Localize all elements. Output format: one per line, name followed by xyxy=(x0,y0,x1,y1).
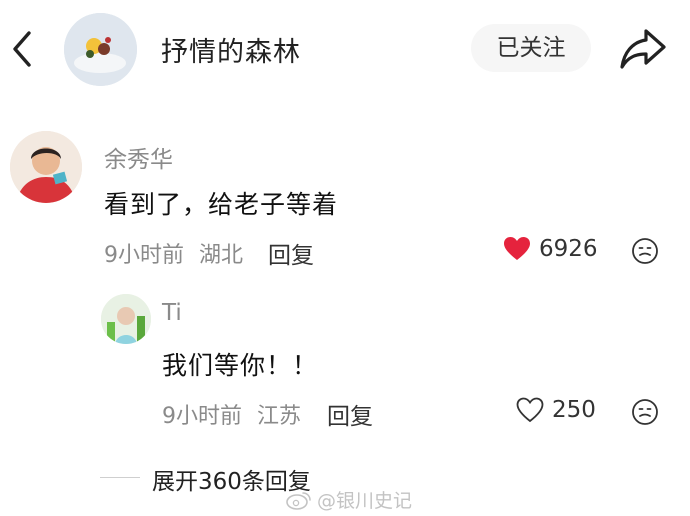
replier-avatar[interactable] xyxy=(101,294,151,344)
follow-button[interactable]: 已关注 xyxy=(471,24,591,72)
reply-meta: 9小时前 江苏 xyxy=(162,398,301,430)
reply-button[interactable]: 回复 xyxy=(268,236,314,270)
heart-filled-icon xyxy=(504,237,530,260)
profile-avatar[interactable] xyxy=(64,13,137,86)
comment-time: 9小时前 xyxy=(104,243,184,268)
reply-time: 9小时前 xyxy=(162,404,242,429)
top-bar: 抒情的森林 已关注 xyxy=(0,0,690,100)
reply-like-button[interactable]: 250 xyxy=(516,397,596,423)
commenter-name[interactable]: 余秀华 xyxy=(104,140,173,174)
weibo-logo-icon xyxy=(286,491,311,510)
comment-text: 看到了，给老子等着 xyxy=(104,190,339,219)
emoji-reaction-icon[interactable] xyxy=(631,398,659,426)
reply-to-reply-button[interactable]: 回复 xyxy=(327,397,373,431)
back-arrow-icon[interactable] xyxy=(8,27,36,71)
reply-like-count: 250 xyxy=(552,397,596,423)
share-icon[interactable] xyxy=(618,25,668,71)
reply-text: 我们等你！！ xyxy=(162,351,319,380)
watermark: @银川史记 xyxy=(286,486,412,513)
page-title: 抒情的森林 xyxy=(161,37,301,68)
like-count: 6926 xyxy=(539,236,598,262)
watermark-text: @银川史记 xyxy=(317,490,413,512)
reply-location: 江苏 xyxy=(257,404,302,429)
comment-location: 湖北 xyxy=(199,243,244,268)
emoji-reaction-icon[interactable] xyxy=(631,237,659,265)
commenter-avatar[interactable] xyxy=(10,131,82,203)
heart-outline-icon xyxy=(516,397,544,423)
divider xyxy=(100,477,140,478)
replier-name[interactable]: Ti xyxy=(162,300,182,326)
comment-meta: 9小时前 湖北 xyxy=(104,237,243,269)
like-button[interactable]: 6926 xyxy=(503,236,598,262)
